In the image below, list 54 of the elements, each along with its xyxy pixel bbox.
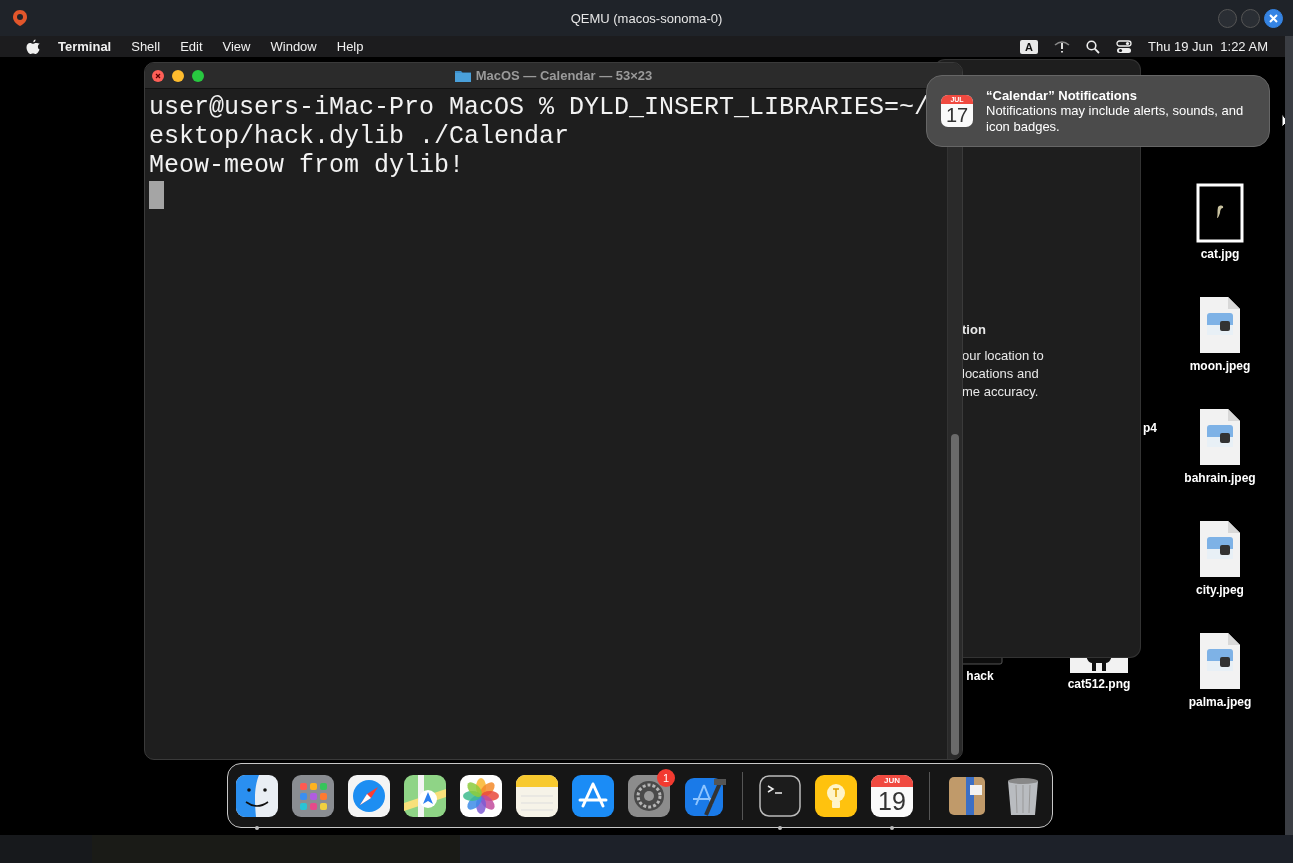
apple-logo-icon: [26, 38, 40, 55]
close-button[interactable]: [1264, 8, 1283, 28]
calendar-dock-icon[interactable]: JUN 19: [871, 774, 913, 817]
file-name-label: city.jpeg: [1196, 583, 1244, 597]
terminal-output-line: Meow-meow from dylib!: [149, 151, 466, 180]
menu-bar-clock[interactable]: Thu 19 Jun 1:22 AM: [1148, 39, 1268, 54]
terminal-output-line: esktop/hack.dylib ./Calendar: [149, 122, 571, 151]
map-icon[interactable]: [404, 774, 446, 817]
menu-item[interactable]: Terminal: [58, 39, 112, 54]
archive-box-icon[interactable]: [946, 774, 988, 817]
light-bulb-icon[interactable]: [815, 774, 857, 817]
window-title: MacOS — Calendar — 53×23: [475, 68, 653, 83]
launchpad-icon[interactable]: [292, 774, 334, 817]
wifi-warning-icon[interactable]: [1054, 39, 1071, 54]
flower-icon[interactable]: [460, 774, 502, 817]
control-center-icon[interactable]: [1116, 39, 1133, 54]
gear-icon[interactable]: [628, 774, 670, 817]
scrollbar-thumb[interactable]: [951, 434, 959, 755]
file-name-label: palma.jpeg: [1188, 695, 1252, 709]
dialog-text: me accuracy.: [962, 383, 1040, 401]
file-name-label: bahrain.jpeg: [1184, 471, 1256, 485]
terminal-output-line: user@users-iMac-Pro MacOS % DYLD_INSERT_LIBRARIES=~/: [149, 93, 931, 122]
dialog-text: our location to: [962, 347, 1045, 365]
file-name-label: p4: [1143, 421, 1157, 435]
menu-item[interactable]: Help: [336, 39, 364, 54]
finder-icon[interactable]: [236, 774, 278, 817]
zoom-button[interactable]: [192, 69, 204, 82]
close-icon: [155, 72, 161, 79]
compass-icon[interactable]: [348, 774, 390, 817]
minimize-button[interactable]: [172, 69, 184, 82]
notification-badge: 1: [657, 768, 675, 787]
text-cursor: [149, 181, 164, 209]
terminal-icon[interactable]: [759, 774, 801, 817]
close-icon: [1269, 13, 1278, 23]
image-thumbnail-icon: [1196, 183, 1244, 243]
folder-icon: [454, 69, 471, 82]
window-title: QEMU (macos-sonoma-0): [570, 11, 723, 26]
search-icon[interactable]: [1086, 39, 1101, 54]
file-name-label: moon.jpeg: [1189, 359, 1251, 373]
file-name-label: hack: [966, 669, 994, 683]
file-name-label: cat512.png: [1067, 677, 1131, 691]
dialog-text: locations and: [962, 365, 1040, 383]
file-name-label: cat.jpg: [1200, 247, 1240, 261]
qemu-logo-icon: [12, 9, 28, 27]
dialog-heading: tion: [962, 322, 987, 337]
notification-body: Notifications may include alerts, sounds, and icon badges.: [986, 102, 1245, 135]
app-store-icon[interactable]: [572, 774, 614, 817]
menu-item[interactable]: View: [222, 39, 251, 54]
input-source-indicator[interactable]: A: [1020, 39, 1039, 54]
menu-item[interactable]: Shell: [131, 39, 161, 54]
notification-title: “Calendar” Notifications: [986, 87, 1138, 103]
notes-icon[interactable]: [516, 774, 558, 817]
menu-item[interactable]: Window: [270, 39, 317, 54]
menu-item[interactable]: Edit: [180, 39, 203, 54]
